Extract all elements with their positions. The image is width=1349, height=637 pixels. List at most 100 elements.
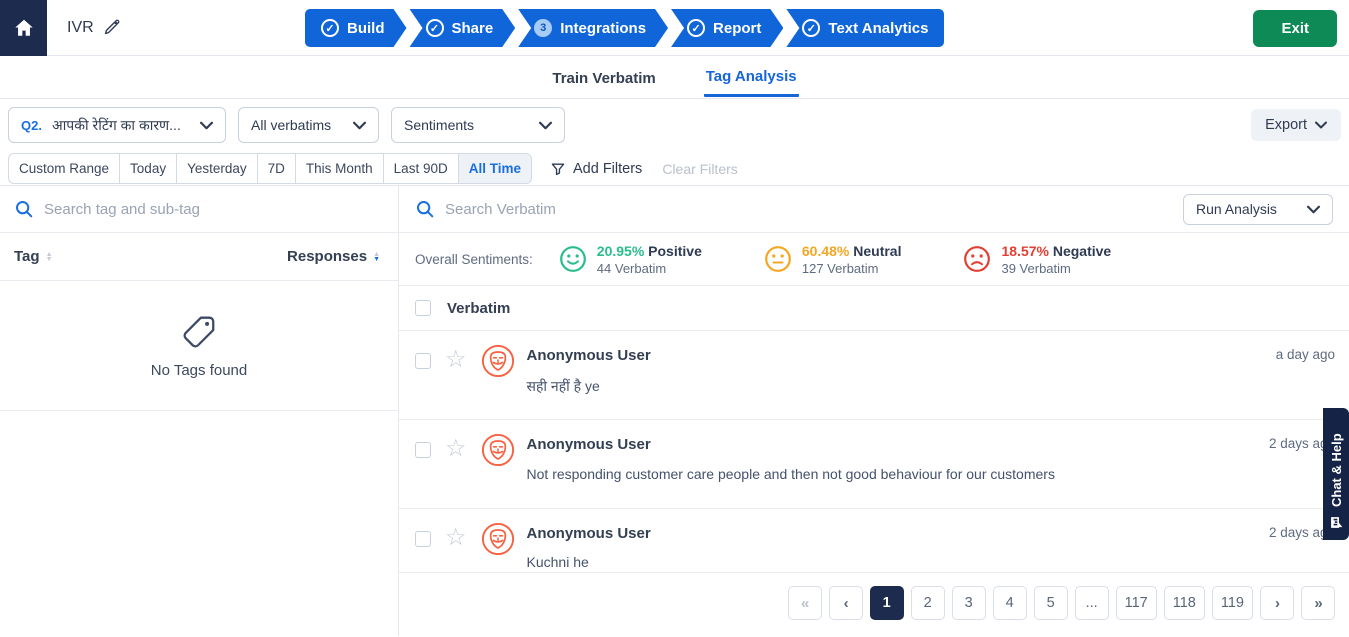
top-bar: IVR ✓ Build ✓ Share 3 Integrations ✓ Rep… — [0, 0, 1349, 56]
tag-search-input[interactable] — [44, 201, 384, 218]
positive-count: 44 Verbatim — [597, 261, 702, 276]
chat-icon — [1329, 515, 1344, 530]
tag-icon — [180, 312, 218, 350]
edit-pencil-icon[interactable] — [103, 19, 120, 36]
star-icon[interactable]: ☆ — [445, 435, 467, 508]
row-checkbox[interactable] — [415, 531, 431, 547]
pagination-page-5[interactable]: 5 — [1034, 586, 1068, 620]
funnel-icon — [550, 161, 566, 177]
run-analysis-button[interactable]: Run Analysis — [1183, 194, 1333, 225]
add-filters-button[interactable]: Add Filters — [550, 161, 642, 177]
overall-sentiments-label: Overall Sentiments: — [415, 252, 533, 267]
chevron-down-icon — [200, 121, 213, 130]
question-label: आपकी रेटिंग का कारण... — [52, 116, 181, 135]
pagination-first[interactable]: « — [788, 586, 822, 620]
anonymous-avatar — [481, 344, 515, 419]
home-icon — [13, 17, 35, 39]
verbatim-list-header: Verbatim — [399, 286, 1349, 331]
step-share[interactable]: ✓ Share — [410, 9, 516, 47]
sentiment-positive: 20.95% Positive 44 Verbatim — [559, 243, 702, 276]
positive-pct: 20.95% — [597, 243, 644, 259]
select-all-checkbox[interactable] — [415, 300, 431, 316]
pagination-page-3[interactable]: 3 — [952, 586, 986, 620]
step-label: Build — [347, 20, 385, 37]
verbatims-dropdown[interactable]: All verbatims — [238, 107, 379, 143]
export-label: Export — [1265, 117, 1307, 133]
range-this-month[interactable]: This Month — [295, 153, 384, 184]
exit-button[interactable]: Exit — [1253, 10, 1337, 47]
range-today[interactable]: Today — [119, 153, 177, 184]
step-label: Integrations — [560, 20, 646, 37]
positive-name: Positive — [648, 243, 702, 259]
step-label: Text Analytics — [828, 20, 928, 37]
filter-bar: Q2. आपकी रेटिंग का कारण... All verbatims… — [0, 99, 1349, 186]
question-dropdown[interactable]: Q2. आपकी रेटिंग का कारण... — [8, 107, 226, 143]
pagination-page-2[interactable]: 2 — [911, 586, 945, 620]
pagination-page-118[interactable]: 118 — [1164, 586, 1205, 620]
verbatim-text: सही नहीं है ye — [527, 377, 1333, 396]
negative-pct: 18.57% — [1001, 243, 1048, 259]
pagination-ellipsis[interactable]: ... — [1075, 586, 1109, 620]
survey-title: IVR — [67, 19, 94, 37]
chevron-down-icon — [1315, 121, 1327, 129]
pagination-page-119[interactable]: 119 — [1212, 586, 1253, 620]
overall-sentiments: Overall Sentiments: 20.95% Positive 44 V… — [399, 233, 1349, 286]
tab-tag-analysis[interactable]: Tag Analysis — [704, 57, 799, 97]
check-icon: ✓ — [802, 19, 820, 37]
range-custom[interactable]: Custom Range — [8, 153, 120, 184]
neutral-count: 127 Verbatim — [802, 261, 902, 276]
pagination-page-117[interactable]: 117 — [1116, 586, 1157, 620]
home-button[interactable] — [0, 0, 47, 56]
check-icon: ✓ — [687, 19, 705, 37]
smiley-negative-icon — [963, 245, 991, 273]
step-label: Share — [452, 20, 494, 37]
sentiments-value: Sentiments — [404, 117, 474, 133]
question-number: Q2. — [21, 118, 42, 133]
user-name: Anonymous User — [527, 522, 1333, 542]
step-report[interactable]: ✓ Report — [671, 9, 783, 47]
range-yesterday[interactable]: Yesterday — [176, 153, 258, 184]
verbatim-search-input[interactable] — [445, 201, 1173, 218]
anonymous-avatar — [481, 522, 515, 572]
column-responses[interactable]: Responses ▲▼ — [287, 248, 380, 265]
no-tags-message: No Tags found — [151, 362, 247, 379]
sentiment-negative: 18.57% Negative 39 Verbatim — [963, 243, 1111, 276]
negative-count: 39 Verbatim — [1001, 261, 1111, 276]
star-icon[interactable]: ☆ — [445, 524, 467, 572]
pagination-next[interactable]: › — [1260, 586, 1294, 620]
smiley-positive-icon — [559, 245, 587, 273]
clear-filters-button[interactable]: Clear Filters — [662, 161, 737, 177]
range-all-time[interactable]: All Time — [458, 153, 532, 184]
smiley-neutral-icon — [764, 245, 792, 273]
tab-train-verbatim[interactable]: Train Verbatim — [550, 59, 657, 96]
check-icon: ✓ — [426, 19, 444, 37]
verbatims-value: All verbatims — [251, 117, 331, 133]
range-7d[interactable]: 7D — [257, 153, 296, 184]
user-name: Anonymous User — [527, 344, 1333, 364]
chevron-down-icon — [353, 121, 366, 130]
verbatim-row: ☆ Anonymous User Kuchni he 2 days ago — [399, 509, 1349, 573]
step-build[interactable]: ✓ Build — [305, 9, 407, 47]
neutral-name: Neutral — [853, 243, 901, 259]
export-button[interactable]: Export — [1251, 109, 1341, 141]
row-checkbox[interactable] — [415, 353, 431, 369]
pagination-prev[interactable]: ‹ — [829, 586, 863, 620]
chat-help-tab[interactable]: Chat & Help — [1323, 408, 1349, 540]
chevron-down-icon — [1307, 205, 1320, 214]
star-icon[interactable]: ☆ — [445, 346, 467, 419]
pagination-page-1[interactable]: 1 — [870, 586, 904, 620]
step-number-icon: 3 — [534, 19, 552, 37]
pagination-page-4[interactable]: 4 — [993, 586, 1027, 620]
range-last-90d[interactable]: Last 90D — [383, 153, 459, 184]
sentiments-dropdown[interactable]: Sentiments — [391, 107, 565, 143]
verbatim-text: Kuchni he — [527, 554, 1333, 570]
verbatim-text: Not responding customer care people and … — [527, 466, 1333, 482]
step-integrations[interactable]: 3 Integrations — [518, 9, 668, 47]
pagination-last[interactable]: » — [1301, 586, 1335, 620]
search-icon — [14, 199, 34, 219]
step-text-analytics[interactable]: ✓ Text Analytics — [786, 9, 944, 47]
row-checkbox[interactable] — [415, 442, 431, 458]
step-label: Report — [713, 20, 761, 37]
column-tag[interactable]: Tag ▲▼ — [14, 248, 53, 265]
anonymous-avatar — [481, 433, 515, 508]
